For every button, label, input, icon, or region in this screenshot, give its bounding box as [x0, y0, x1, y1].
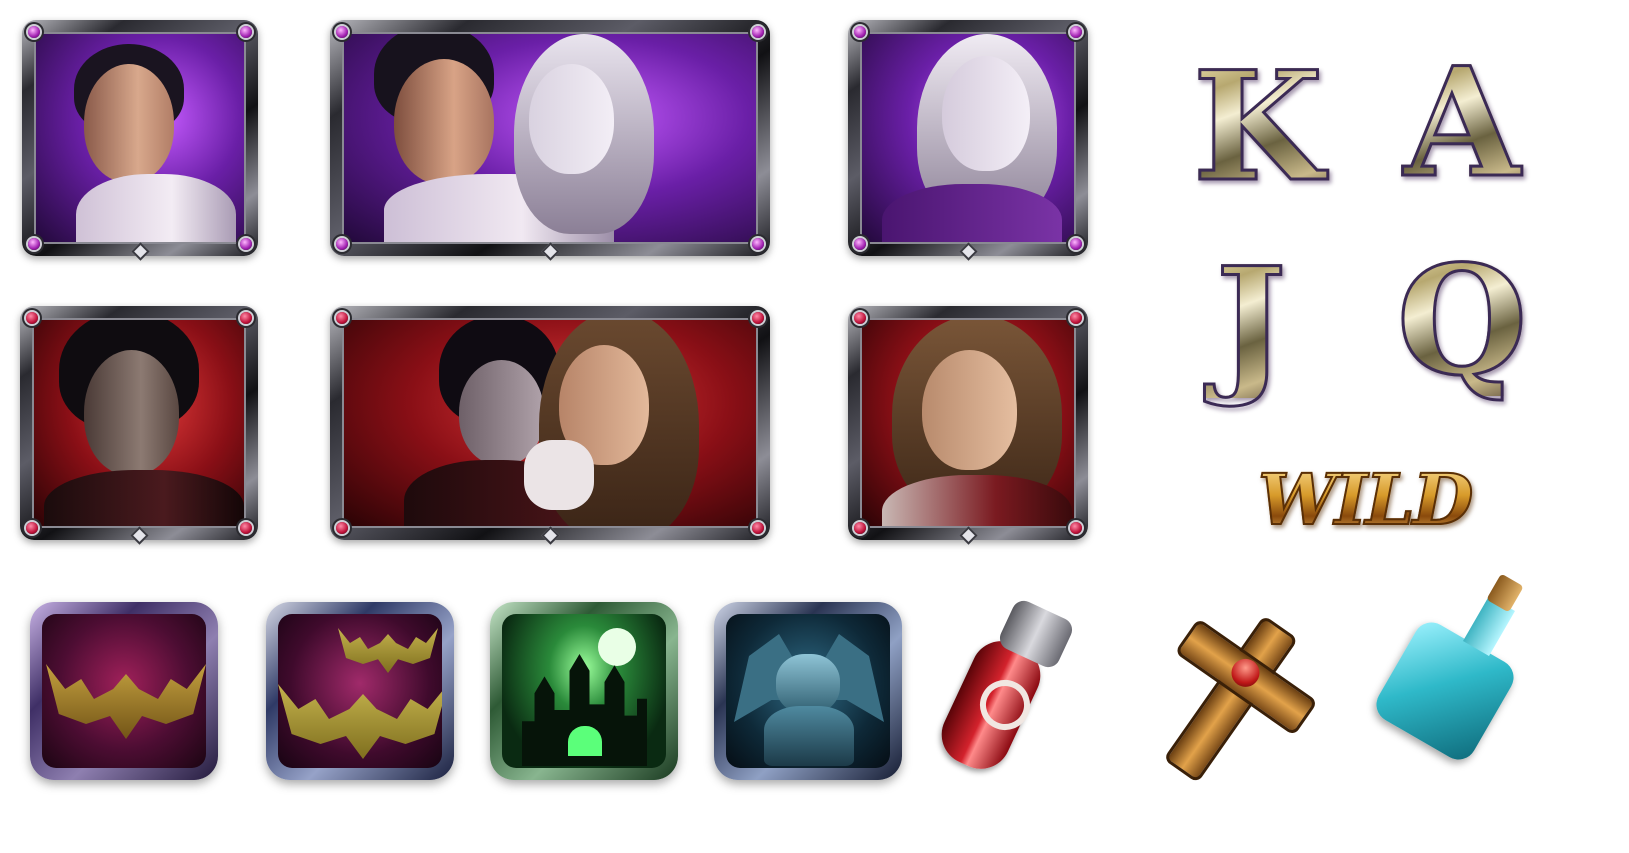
bats-icon[interactable] — [266, 602, 454, 780]
face — [84, 64, 174, 182]
vampire-man-portrait-icon[interactable] — [20, 306, 258, 545]
gem — [336, 26, 348, 38]
coat — [44, 470, 244, 526]
gem — [240, 238, 252, 250]
face — [394, 59, 494, 184]
cross-icon[interactable] — [1116, 579, 1345, 810]
potion-bottle-icon[interactable] — [1369, 573, 1540, 776]
bat-icon[interactable] — [30, 602, 218, 780]
couple-portrait-icon[interactable] — [330, 20, 770, 261]
letter-a-symbol[interactable]: A — [1372, 47, 1552, 200]
gem — [854, 238, 866, 250]
gem — [28, 238, 40, 250]
gem — [28, 26, 40, 38]
gem — [1070, 522, 1082, 534]
moon — [598, 628, 636, 666]
hand — [524, 440, 594, 510]
gargoyle-head — [776, 654, 840, 714]
portrait-background — [34, 32, 246, 244]
gem — [240, 312, 252, 324]
gem — [336, 312, 348, 324]
face — [922, 350, 1017, 470]
wild-symbol[interactable]: WILD — [1257, 457, 1474, 542]
letter-j-symbol[interactable]: J — [1176, 247, 1326, 400]
frame-ornament — [541, 526, 560, 545]
frame-ornament — [959, 526, 978, 545]
frame-ornament — [131, 242, 150, 261]
portrait-background — [860, 318, 1076, 528]
gem — [752, 522, 764, 534]
woman-portrait-icon[interactable] — [848, 306, 1088, 545]
letter-q-symbol[interactable]: Q — [1372, 245, 1552, 398]
tile-background — [278, 614, 442, 768]
tile-background — [42, 614, 206, 768]
bat-shape — [278, 684, 442, 759]
gem — [1070, 26, 1082, 38]
frame-ornament — [959, 242, 978, 261]
castle-gate — [568, 726, 602, 756]
gem — [854, 26, 866, 38]
portrait-background — [32, 318, 246, 528]
gem — [854, 522, 866, 534]
gem — [1070, 238, 1082, 250]
gem — [752, 26, 764, 38]
vampire-couple-portrait-icon[interactable] — [330, 306, 770, 545]
blood-vial-icon[interactable] — [931, 596, 1096, 780]
letter-k-symbol[interactable]: K — [1168, 51, 1348, 204]
woman-vampire-portrait-icon[interactable] — [848, 20, 1088, 261]
portrait-background — [342, 318, 758, 528]
face — [529, 64, 614, 174]
gem — [240, 26, 252, 38]
gem — [336, 238, 348, 250]
tile-background — [502, 614, 666, 768]
gem — [752, 238, 764, 250]
castle-icon[interactable] — [490, 602, 678, 780]
gargoyle-body — [764, 706, 854, 766]
shoulders — [882, 184, 1062, 242]
gem — [26, 312, 38, 324]
bat-shape — [46, 664, 206, 739]
gem — [240, 522, 252, 534]
portrait-background — [860, 32, 1076, 244]
gem — [752, 312, 764, 324]
man-portrait-icon[interactable] — [22, 20, 258, 261]
gem — [336, 522, 348, 534]
gem — [854, 312, 866, 324]
bat-shape — [338, 628, 438, 673]
face — [942, 56, 1030, 171]
face — [84, 350, 179, 475]
frame-ornament — [541, 242, 560, 261]
gem — [26, 522, 38, 534]
gem — [1070, 312, 1082, 324]
gargoyle-icon[interactable] — [714, 602, 902, 780]
portrait-background — [342, 32, 758, 244]
tile-background — [726, 614, 890, 768]
shirt — [76, 174, 236, 242]
frame-ornament — [130, 526, 149, 545]
